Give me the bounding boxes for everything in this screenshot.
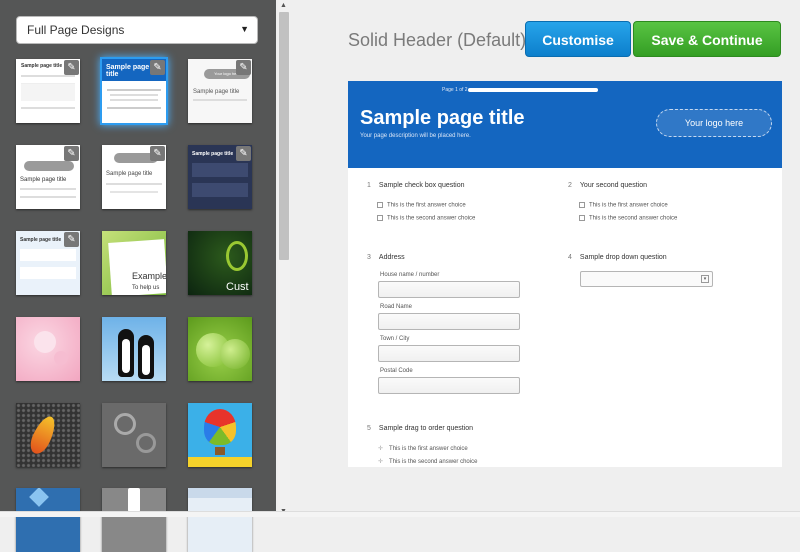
scrollbar-thumb[interactable] xyxy=(279,12,289,260)
preview-header: Page 1 of 2 Sample page title Your page … xyxy=(348,81,782,168)
edit-pencil-icon[interactable]: ✎ xyxy=(150,60,165,75)
progress-bar xyxy=(468,88,598,92)
chevron-down-icon: ▾ xyxy=(701,275,709,283)
thumb-grey-header[interactable]: ✎ Sample page title xyxy=(16,145,80,209)
edit-pencil-icon[interactable]: ✎ xyxy=(64,146,79,161)
thumb-dark-swirl[interactable]: Cust xyxy=(188,231,252,295)
address-label-road: Road Name xyxy=(380,304,413,310)
thumb-grey-logo[interactable]: ✎ Your logo here Sample page title xyxy=(188,59,252,123)
save-continue-button[interactable]: Save & Continue xyxy=(633,21,781,57)
road-name-input[interactable] xyxy=(378,313,520,330)
thumb-title: Sample page title xyxy=(20,177,67,183)
question-3: 3 Address xyxy=(367,254,405,261)
question-1: 1 Sample check box question xyxy=(367,182,465,189)
thumb-feather[interactable] xyxy=(16,403,80,467)
preview-page-title: Sample page title xyxy=(360,107,525,129)
customise-button[interactable]: Customise xyxy=(525,21,631,57)
q1-option-1[interactable]: This is the first answer choice xyxy=(377,202,466,209)
q1-option-2[interactable]: This is the second answer choice xyxy=(377,215,475,222)
checkbox[interactable] xyxy=(579,215,585,221)
scroll-up-arrow-icon[interactable]: ▲ xyxy=(280,2,287,9)
thumb-title: Sample page title xyxy=(106,171,153,177)
address-label-town: Town / City xyxy=(380,336,410,342)
checkbox[interactable] xyxy=(377,202,383,208)
dropdown-arrow-icon: ▼ xyxy=(240,24,249,34)
thumb-vase[interactable] xyxy=(102,488,166,552)
edit-pencil-icon[interactable]: ✎ xyxy=(64,60,79,75)
edit-pencil-icon[interactable]: ✎ xyxy=(64,232,79,247)
design-preview: Page 1 of 2 Sample page title Your page … xyxy=(348,81,782,467)
drag-item-2[interactable]: ✛ This is the second answer choice xyxy=(378,458,477,465)
progress-text: Page 1 of 2 xyxy=(442,87,468,93)
drag-item-1[interactable]: ✛ This is the first answer choice xyxy=(378,445,468,452)
question-2: 2 Your second question xyxy=(568,182,647,189)
q2-option-1[interactable]: This is the first answer choice xyxy=(579,202,668,209)
thumb-grey-floral[interactable] xyxy=(102,403,166,467)
sample-dropdown[interactable]: ▾ xyxy=(580,271,713,287)
thumb-light-blue[interactable]: ✎ Sample page title xyxy=(16,231,80,295)
thumb-full-page-1[interactable]: ✎ Sample page title xyxy=(16,59,80,123)
thumb-dark-navy[interactable]: ✎ Sample page title xyxy=(188,145,252,209)
postal-code-input[interactable] xyxy=(378,377,520,394)
q2-option-2[interactable]: This is the second answer choice xyxy=(579,215,677,222)
thumb-notepad-green[interactable]: Example To help us xyxy=(102,231,166,295)
thumb-subtitle: To help us xyxy=(132,285,160,291)
sidebar-scrollbar[interactable]: ▲ ▼ xyxy=(278,0,290,517)
bottom-edge xyxy=(0,511,800,517)
preview-page-description: Your page description will be placed her… xyxy=(360,133,471,139)
design-title: Solid Header (Default) xyxy=(348,30,527,50)
design-sidebar: Full Page Designs ▼ ✎ Sample page title … xyxy=(0,0,276,552)
thumb-penguins[interactable] xyxy=(102,317,166,381)
thumb-solid-header[interactable]: ✎ Sample page title xyxy=(102,59,166,123)
thumb-plain-logo[interactable]: ✎ Sample page title xyxy=(102,145,166,209)
dropdown-value: Full Page Designs xyxy=(27,23,125,37)
question-5: 5 Sample drag to order question xyxy=(367,425,474,432)
thumb-title: Cust xyxy=(226,281,249,293)
drag-handle-icon[interactable]: ✛ xyxy=(378,446,383,452)
drag-handle-icon[interactable]: ✛ xyxy=(378,459,383,465)
edit-pencil-icon[interactable]: ✎ xyxy=(236,146,251,161)
logo-placeholder: Your logo here xyxy=(656,109,772,137)
question-4: 4 Sample drop down question xyxy=(568,254,667,261)
design-category-dropdown[interactable]: Full Page Designs ▼ xyxy=(16,16,258,44)
thumb-light-blue-2[interactable] xyxy=(188,488,252,552)
thumb-hot-air-balloon[interactable] xyxy=(188,403,252,467)
edit-pencil-icon[interactable]: ✎ xyxy=(236,60,251,75)
address-label-postal: Postal Code xyxy=(380,368,413,374)
thumb-green-apples[interactable] xyxy=(188,317,252,381)
house-name-input[interactable] xyxy=(378,281,520,298)
edit-pencil-icon[interactable]: ✎ xyxy=(150,146,165,161)
thumb-pink-blossom[interactable] xyxy=(16,317,80,381)
thumb-title: Example xyxy=(132,271,166,281)
checkbox[interactable] xyxy=(377,215,383,221)
thumb-blue-floral[interactable] xyxy=(16,488,80,552)
checkbox[interactable] xyxy=(579,202,585,208)
address-label-house: House name / number xyxy=(380,272,440,278)
town-city-input[interactable] xyxy=(378,345,520,362)
